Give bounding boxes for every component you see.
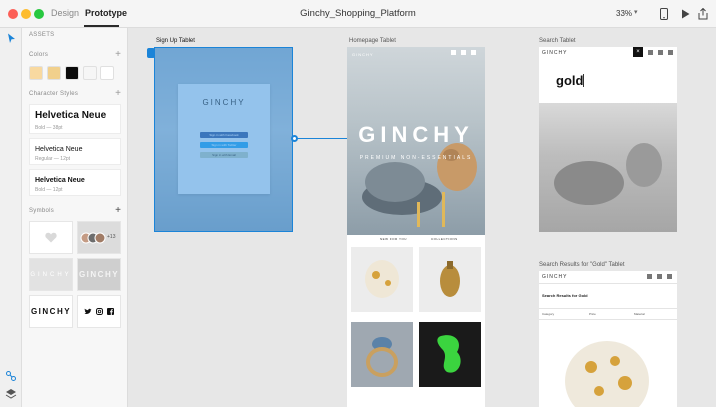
character-style-meta: Regular — 12pt <box>35 156 71 162</box>
heart-icon <box>45 232 57 243</box>
artboard-label-search[interactable]: Search Tablet <box>539 38 576 44</box>
color-swatch[interactable] <box>100 66 114 80</box>
artboard-label-results[interactable]: Search Results for "Gold" Tablet <box>539 262 625 268</box>
ring-product-image <box>366 337 398 377</box>
bag-icon <box>657 274 662 279</box>
blurred-sculpture-image <box>554 143 662 205</box>
symbol-logo-light[interactable]: GINCHY <box>29 258 73 291</box>
gold-figure-product-image <box>440 261 460 297</box>
character-style-meta: Bold — 38pt <box>35 125 63 131</box>
character-style-item[interactable]: Helvetica Neue Bold — 38pt <box>29 104 121 134</box>
assets-panel-title: ASSETS <box>29 32 55 38</box>
color-swatch[interactable] <box>65 66 79 80</box>
close-icon[interactable]: × <box>633 47 643 57</box>
divider <box>539 319 677 320</box>
title-bar: Design Prototype Ginchy_Shopping_Platfor… <box>0 0 716 28</box>
instagram-icon <box>96 308 103 315</box>
symbol-logo-text: GINCHY <box>78 270 120 279</box>
color-swatch[interactable] <box>29 66 43 80</box>
product-tile[interactable] <box>351 247 413 312</box>
share-icon[interactable] <box>696 7 710 21</box>
divider <box>539 308 677 309</box>
artboard-canvas[interactable]: Sign Up Tablet GINCHY Sign in with Faceb… <box>128 28 716 407</box>
layers-panel-icon[interactable] <box>5 388 17 400</box>
homepage-nav-new[interactable]: NEW FOR YOU <box>380 237 407 241</box>
zoom-level[interactable]: 33% <box>616 9 632 18</box>
xd-window: Design Prototype Ginchy_Shopping_Platfor… <box>0 0 716 407</box>
selection-overlay <box>154 47 293 232</box>
filter-material[interactable]: Material <box>634 312 645 316</box>
symbol-heart[interactable] <box>29 221 73 254</box>
search-backdrop-image <box>539 103 677 232</box>
character-style-name: Helvetica Neue <box>35 177 85 184</box>
prototype-link-handle[interactable] <box>291 135 298 142</box>
prototype-connector <box>293 138 350 139</box>
character-style-item[interactable]: Helvetica Neue Regular — 12pt <box>29 138 121 165</box>
bag-icon <box>461 50 466 55</box>
glass-sculpture-product-image <box>437 335 461 373</box>
twitter-icon <box>84 308 92 314</box>
character-style-item[interactable]: Helvetica Neue Bold — 12pt <box>29 169 121 196</box>
select-tool-icon[interactable] <box>5 32 17 44</box>
add-character-style-button[interactable]: + <box>115 89 121 99</box>
symbols-section-title: Symbols <box>29 208 55 214</box>
chevron-down-icon[interactable]: ▾ <box>634 8 638 16</box>
user-icon <box>451 50 456 55</box>
symbol-logo-dark[interactable]: GINCHY <box>29 295 73 328</box>
hero-title: GINCHY <box>358 122 474 147</box>
hero-subtitle: PREMIUM NON-ESSENTIALS <box>359 155 473 161</box>
facebook-icon <box>107 308 114 315</box>
product-tile[interactable] <box>351 322 413 387</box>
artboard-search[interactable]: GINCHY × gold <box>539 47 677 232</box>
homepage-nav-collections[interactable]: COLLECTIONS <box>431 237 458 241</box>
artboard-label-homepage[interactable]: Homepage Tablet <box>349 38 396 44</box>
bag-icon <box>658 50 663 55</box>
active-tab-indicator <box>84 25 119 27</box>
add-symbol-button[interactable]: + <box>115 206 121 216</box>
artboard-homepage[interactable]: GINCHY GINCHY PREMIUM NON-ESSENTIALS NEW… <box>347 47 485 407</box>
product-tile[interactable] <box>419 322 481 387</box>
search-input[interactable]: gold <box>556 73 583 88</box>
character-styles-title: Character Styles <box>29 91 79 97</box>
symbol-social-icons[interactable] <box>77 295 121 328</box>
results-title: Search Results for Gold <box>542 293 588 298</box>
color-swatch[interactable] <box>47 66 61 80</box>
artboard-label-signup[interactable]: Sign Up Tablet <box>156 38 195 44</box>
document-title: Ginchy_Shopping_Platform <box>300 8 416 19</box>
symbol-logo-text: GINCHY <box>30 271 72 278</box>
divider <box>539 283 677 284</box>
assets-panel-icon[interactable] <box>5 370 17 382</box>
character-style-name: Helvetica Neue <box>35 146 83 153</box>
search-brand: GINCHY <box>542 50 568 56</box>
homepage-hero: GINCHY GINCHY PREMIUM NON-ESSENTIALS <box>347 47 485 235</box>
home-artboard-marker-icon[interactable] <box>147 48 155 58</box>
character-style-name: Helvetica Neue <box>35 110 107 121</box>
avatar-count-badge: +13 <box>107 234 116 240</box>
symbol-logo-outline[interactable]: GINCHY <box>77 258 121 291</box>
homepage-brand: GINCHY <box>352 52 374 57</box>
results-brand: GINCHY <box>542 274 568 280</box>
result-skull-image <box>565 341 649 407</box>
symbol-avatars[interactable]: +13 <box>77 221 121 254</box>
skull-product-image <box>365 260 399 298</box>
search-icon <box>667 274 672 279</box>
color-swatch[interactable] <box>83 66 97 80</box>
text-cursor <box>583 74 584 87</box>
assets-panel: ASSETS Colors + Character Styles + Helve… <box>22 28 128 407</box>
search-icon <box>471 50 476 55</box>
product-tile[interactable] <box>419 247 481 312</box>
search-icon <box>668 50 673 55</box>
device-preview-icon[interactable] <box>657 7 671 21</box>
add-color-button[interactable]: + <box>115 50 121 60</box>
user-icon <box>647 274 652 279</box>
artboard-search-results[interactable]: GINCHY Search Results for Gold Category … <box>539 271 677 407</box>
user-icon <box>648 50 653 55</box>
symbol-logo-text: GINCHY <box>30 307 72 316</box>
colors-section-title: Colors <box>29 52 49 58</box>
filter-category[interactable]: Category <box>542 312 554 316</box>
play-icon[interactable] <box>678 7 692 21</box>
tool-rail <box>0 28 22 407</box>
filter-price[interactable]: Price <box>589 312 596 316</box>
character-style-meta: Bold — 12pt <box>35 187 63 193</box>
